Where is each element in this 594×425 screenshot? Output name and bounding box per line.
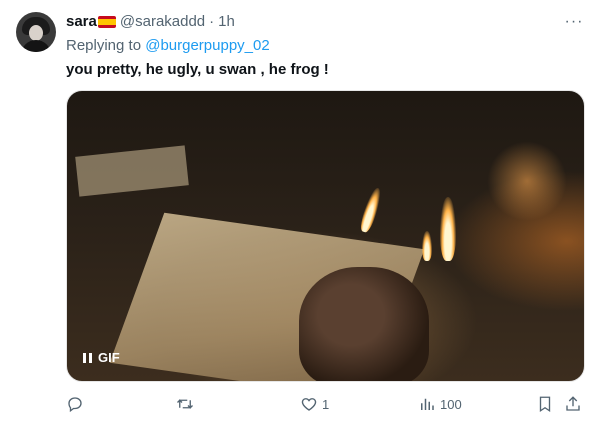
replying-to: Replying to @burgerpuppy_02 xyxy=(66,36,270,56)
like-count: 1 xyxy=(322,396,330,412)
tweet-header: sara @sarakaddd · 1h xyxy=(66,12,235,32)
bookmark-icon xyxy=(539,396,551,413)
separator-dot: · xyxy=(209,13,215,30)
reply-icon xyxy=(68,397,82,413)
avatar[interactable] xyxy=(16,12,56,52)
avatar-face xyxy=(29,25,43,41)
more-button-glyph: ··· xyxy=(564,13,584,30)
display-name[interactable]: sara xyxy=(66,12,97,32)
like-button[interactable]: 1 xyxy=(300,392,329,416)
replying-prefix: Replying to xyxy=(66,37,142,54)
replying-to-mention[interactable]: @burgerpuppy_02 xyxy=(145,37,269,54)
timestamp[interactable]: 1h xyxy=(218,12,235,32)
views-button[interactable]: 100 xyxy=(418,392,462,416)
avatar-body xyxy=(21,40,51,52)
spain-flag-icon xyxy=(97,16,116,28)
action-bar: 1 100 xyxy=(0,392,594,416)
views-count: 100 xyxy=(440,396,462,412)
share-button[interactable] xyxy=(564,392,582,416)
reply-button[interactable] xyxy=(66,392,88,416)
retweet-icon xyxy=(177,399,193,409)
gif-scene-hand xyxy=(299,267,429,381)
gif-scene-flame xyxy=(422,231,432,261)
tweet[interactable]: sara @sarakaddd · 1h ··· Replying to @bu… xyxy=(0,0,594,425)
gif-badge[interactable]: GIF xyxy=(83,350,120,365)
gif-scene-flame xyxy=(358,186,384,234)
gif-scene-paper-back xyxy=(75,145,189,197)
tweet-text: you pretty, he ugly, u swan , he frog ! xyxy=(66,61,329,78)
user-handle[interactable]: @sarakaddd xyxy=(120,12,205,32)
gif-scene-candle-glow xyxy=(487,141,567,221)
heart-icon xyxy=(301,398,317,411)
gif-label: GIF xyxy=(98,350,120,365)
retweet-button[interactable] xyxy=(176,392,198,416)
bookmark-button[interactable] xyxy=(536,392,554,416)
share-icon xyxy=(566,396,580,411)
pause-icon[interactable] xyxy=(83,352,92,363)
gif-media[interactable]: GIF xyxy=(66,90,585,382)
views-icon xyxy=(421,398,434,410)
more-horizontal-icon[interactable]: ··· xyxy=(562,10,586,34)
gif-scene-flame xyxy=(440,197,456,261)
